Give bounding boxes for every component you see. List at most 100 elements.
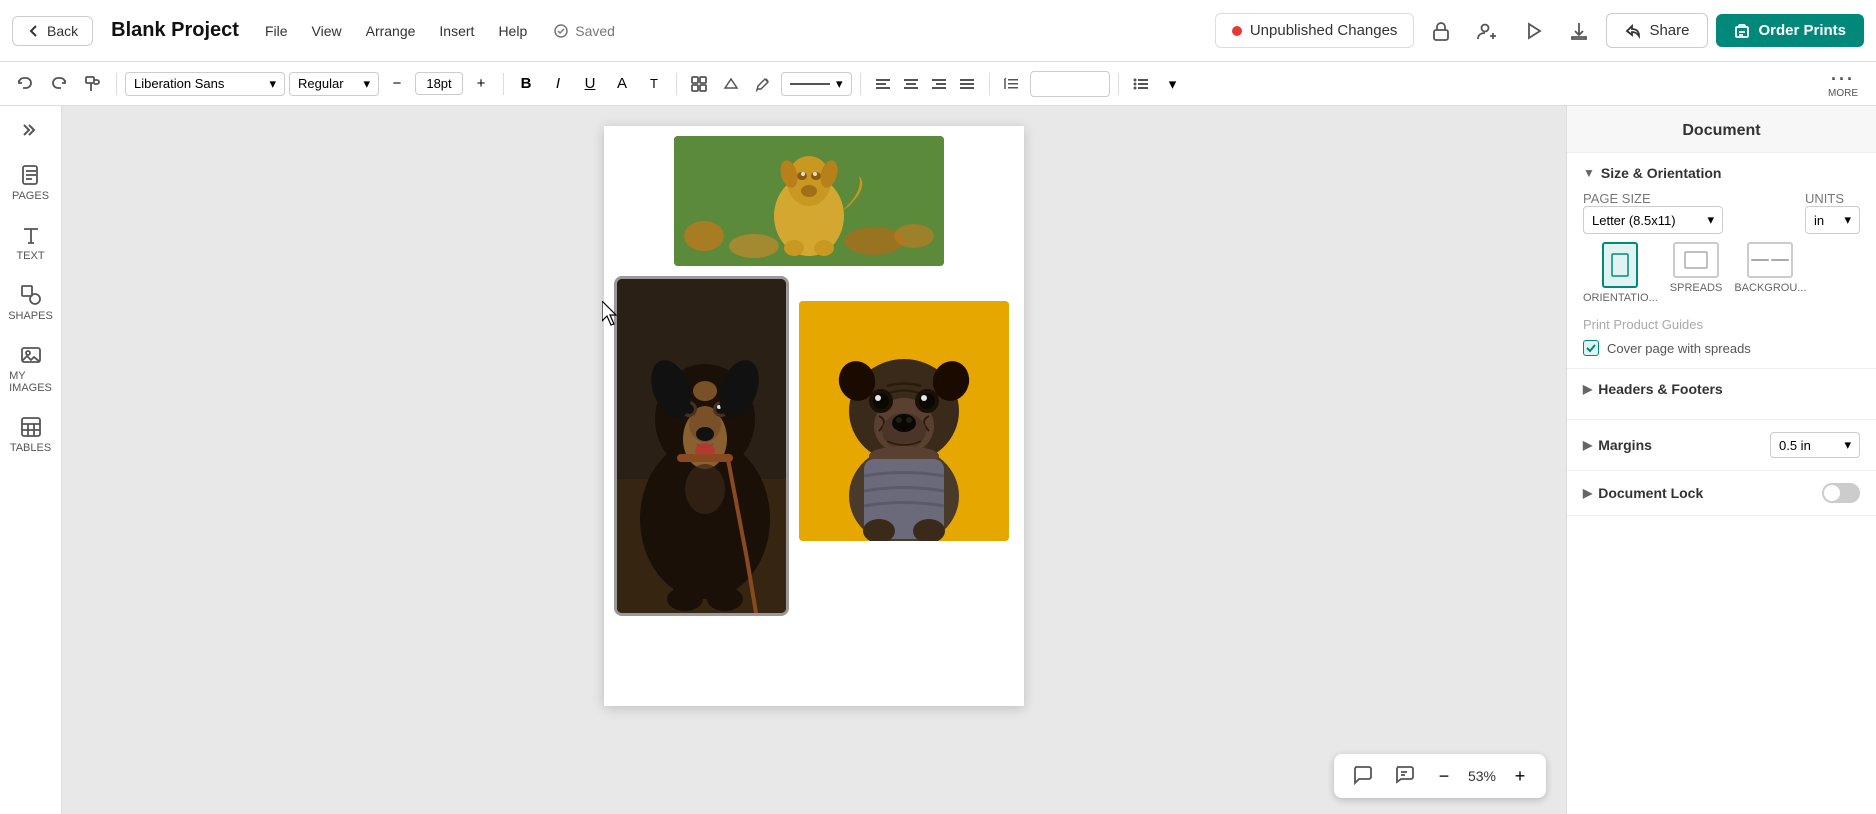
landscape-icon	[1673, 242, 1719, 278]
zoom-out-button[interactable]: −	[1430, 762, 1458, 790]
portrait-label: ORIENTATIO...	[1583, 292, 1658, 304]
page-size-row: PAGE SIZE Letter (8.5x11) ▾ UNITS in ▾	[1583, 191, 1860, 234]
zoom-bar: − 53% +	[1334, 754, 1546, 798]
order-label: Order Prints	[1758, 22, 1846, 39]
more-button[interactable]: ··· MORE	[1820, 65, 1866, 103]
font-style-arrow: ▾	[363, 76, 370, 92]
text-label: TEXT	[16, 250, 44, 262]
main-area: PAGES TEXT SHAPES MY IMAGES	[0, 106, 1876, 814]
pen-tool-button[interactable]	[749, 70, 777, 98]
underline-button[interactable]: U	[576, 70, 604, 98]
sidebar-item-shapes[interactable]: SHAPES	[4, 274, 58, 332]
menu-insert[interactable]: Insert	[429, 19, 484, 43]
pages-label: PAGES	[12, 190, 49, 202]
orientation-landscape[interactable]: SPREADS	[1670, 242, 1723, 304]
lock-button[interactable]	[1422, 12, 1460, 50]
golden-dog-image[interactable]	[674, 136, 944, 266]
align-right-button[interactable]	[925, 70, 953, 98]
text-style-button[interactable]: T	[640, 70, 668, 98]
page-size-select[interactable]: Letter (8.5x11) ▾	[1583, 206, 1723, 234]
preview-button[interactable]	[1514, 12, 1552, 50]
black-dog-image[interactable]	[614, 276, 789, 616]
order-prints-button[interactable]: Order Prints	[1716, 14, 1864, 47]
toolbar-divider-6	[1118, 73, 1119, 95]
toolbar: Liberation Sans ▾ Regular ▾ − + B I U A …	[0, 62, 1876, 106]
bold-button[interactable]: B	[512, 70, 540, 98]
share-label: Share	[1649, 22, 1689, 39]
right-panel-title: Document	[1567, 106, 1876, 153]
add-user-button[interactable]	[1468, 12, 1506, 50]
sidebar-collapse-button[interactable]	[15, 114, 47, 146]
menu-view[interactable]: View	[302, 19, 352, 43]
undo-button[interactable]	[10, 69, 40, 99]
size-orientation-header[interactable]: ▼ Size & Orientation	[1583, 165, 1860, 181]
italic-button[interactable]: I	[544, 70, 572, 98]
list-type-button[interactable]: ▾	[1159, 70, 1187, 98]
headers-footers-label: Headers & Footers	[1598, 381, 1722, 397]
download-button[interactable]	[1560, 12, 1598, 50]
units-select[interactable]: in ▾	[1805, 206, 1860, 234]
page-size-label: PAGE SIZE	[1583, 191, 1723, 206]
pug-dog-image[interactable]	[799, 301, 1009, 541]
spreads-label: BACKGROU...	[1734, 282, 1806, 294]
cover-page-row: Cover page with spreads	[1583, 340, 1860, 356]
size-orientation-section: ▼ Size & Orientation PAGE SIZE Letter (8…	[1567, 153, 1876, 369]
zoom-in-button[interactable]: +	[1506, 762, 1534, 790]
document-lock-arrow: ▶	[1583, 486, 1592, 500]
align-justify-button[interactable]	[953, 70, 981, 98]
orientation-spreads[interactable]: BACKGROU...	[1734, 242, 1806, 304]
sidebar-item-text[interactable]: TEXT	[4, 214, 58, 272]
format-painter-button[interactable]	[78, 69, 108, 99]
cover-page-label: Cover page with spreads	[1607, 341, 1751, 356]
landscape-label: SPREADS	[1670, 282, 1723, 294]
add-element-button[interactable]	[685, 70, 713, 98]
font-family-arrow: ▾	[269, 76, 276, 92]
menu-bar: File View Arrange Insert Help	[255, 19, 537, 43]
comment-button[interactable]	[1388, 760, 1420, 792]
list-button[interactable]	[1127, 70, 1155, 98]
canvas-area[interactable]: − 53% +	[62, 106, 1566, 814]
unpublished-changes-button[interactable]: Unpublished Changes	[1215, 13, 1415, 48]
portrait-icon	[1602, 242, 1638, 288]
speech-bubble-button[interactable]	[1346, 760, 1378, 792]
font-family-selector[interactable]: Liberation Sans ▾	[125, 72, 285, 96]
page-canvas[interactable]	[604, 126, 1024, 706]
headers-footers-header[interactable]: ▶ Headers & Footers	[1583, 381, 1860, 397]
margins-header[interactable]: ▶ Margins	[1583, 437, 1652, 453]
top-bar: Back Blank Project File View Arrange Ins…	[0, 0, 1876, 62]
print-guides-label: Print Product Guides	[1583, 313, 1703, 336]
sidebar-item-pages[interactable]: PAGES	[4, 154, 58, 212]
redo-button[interactable]	[44, 69, 74, 99]
line-spacing-input[interactable]	[1030, 71, 1110, 97]
font-style-selector[interactable]: Regular ▾	[289, 72, 379, 96]
saved-label: Saved	[575, 23, 615, 39]
line-spacing-button[interactable]	[998, 70, 1026, 98]
cover-page-checkbox[interactable]	[1583, 340, 1599, 356]
toggle-knob	[1824, 485, 1840, 501]
menu-help[interactable]: Help	[488, 19, 537, 43]
orientation-portrait[interactable]: ORIENTATIO...	[1583, 242, 1658, 304]
project-title: Blank Project	[111, 19, 239, 42]
font-size-input[interactable]	[415, 72, 463, 95]
toolbar-divider-4	[860, 73, 861, 95]
line-style-selector[interactable]: ▾	[781, 72, 852, 96]
share-button[interactable]: Share	[1606, 13, 1708, 48]
page-size-value: Letter (8.5x11)	[1592, 213, 1676, 228]
menu-arrange[interactable]: Arrange	[356, 19, 426, 43]
my-images-label: MY IMAGES	[9, 370, 52, 394]
document-lock-toggle[interactable]	[1822, 483, 1860, 503]
size-orientation-label: Size & Orientation	[1601, 165, 1722, 181]
font-size-increase[interactable]: +	[467, 70, 495, 98]
align-center-button[interactable]	[897, 70, 925, 98]
document-lock-header[interactable]: ▶ Document Lock	[1583, 485, 1703, 501]
back-button[interactable]: Back	[12, 16, 93, 46]
fill-color-button[interactable]	[717, 70, 745, 98]
toolbar-divider-3	[676, 73, 677, 95]
font-size-decrease[interactable]: −	[383, 70, 411, 98]
sidebar-item-my-images[interactable]: MY IMAGES	[4, 334, 58, 404]
color-button[interactable]: A	[608, 70, 636, 98]
menu-file[interactable]: File	[255, 19, 298, 43]
sidebar-item-tables[interactable]: TABLES	[4, 406, 58, 464]
align-left-button[interactable]	[869, 70, 897, 98]
margins-value-select[interactable]: 0.5 in ▾	[1770, 432, 1860, 458]
